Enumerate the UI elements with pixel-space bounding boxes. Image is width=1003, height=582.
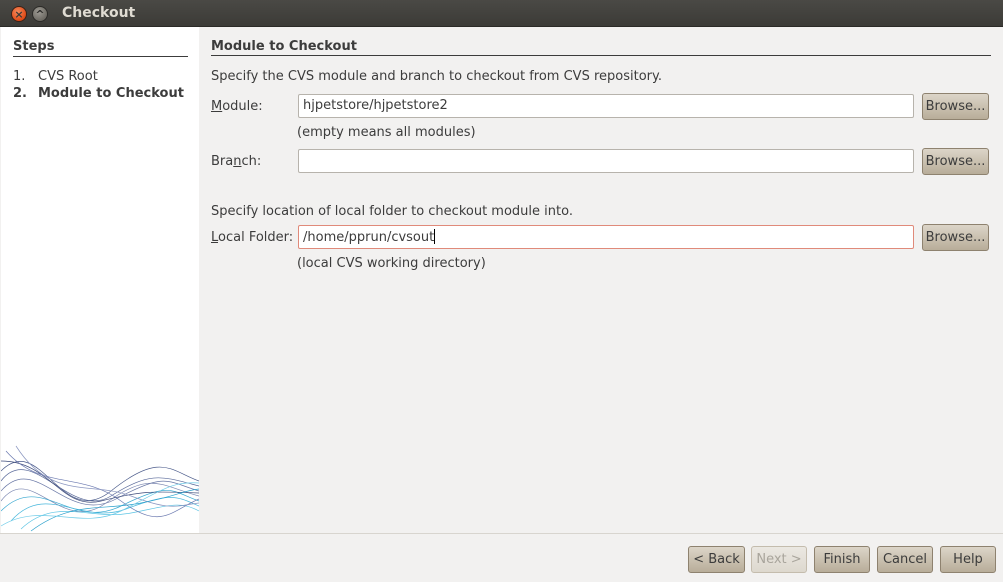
text-caret (434, 229, 436, 244)
steps-panel: Steps 1. CVS Root 2. Module to Checkout (1, 27, 199, 533)
back-button[interactable]: < Back (688, 546, 745, 573)
local-folder-input[interactable]: /home/pprun/cvsout (298, 225, 914, 249)
step-number: 2. (13, 86, 27, 101)
branch-input[interactable] (298, 149, 914, 173)
maximize-icon[interactable]: ^ (32, 6, 48, 22)
next-button[interactable]: Next > (751, 546, 807, 573)
step-label: Module to Checkout (38, 86, 184, 101)
branch-browse-button[interactable]: Browse... (922, 148, 989, 175)
finish-button[interactable]: Finish (814, 546, 870, 573)
close-icon[interactable]: × (11, 6, 27, 22)
module-input[interactable]: hjpetstore/hjpetstore2 (298, 94, 914, 118)
decorative-wave-graphic (1, 445, 199, 532)
module-browse-button[interactable]: Browse... (922, 93, 989, 120)
title-bar: × ^ Checkout (0, 0, 1003, 27)
cancel-button[interactable]: Cancel (877, 546, 933, 573)
button-bar: < Back Next > Finish Cancel Help (0, 533, 1003, 582)
section-divider (211, 55, 991, 56)
local-folder-hint: (local CVS working directory) (297, 256, 486, 271)
branch-label: Branch: (211, 154, 262, 169)
local-folder-browse-button[interactable]: Browse... (922, 224, 989, 251)
help-button[interactable]: Help (940, 546, 996, 573)
steps-title: Steps (13, 39, 55, 54)
module-label: Module: (211, 99, 263, 114)
folder-description: Specify location of local folder to chec… (211, 204, 573, 219)
main-panel: Module to Checkout Specify the CVS modul… (199, 27, 1003, 533)
step-number: 1. (13, 69, 26, 84)
module-description: Specify the CVS module and branch to che… (211, 69, 662, 84)
window-title: Checkout (62, 5, 136, 21)
step-label: CVS Root (38, 69, 98, 84)
steps-divider (13, 56, 188, 57)
step-module-to-checkout: 2. Module to Checkout (13, 86, 184, 101)
section-title: Module to Checkout (211, 39, 357, 54)
module-hint: (empty means all modules) (297, 125, 476, 140)
step-cvs-root: 1. CVS Root (13, 69, 98, 84)
local-folder-label: Local Folder: (211, 230, 294, 245)
